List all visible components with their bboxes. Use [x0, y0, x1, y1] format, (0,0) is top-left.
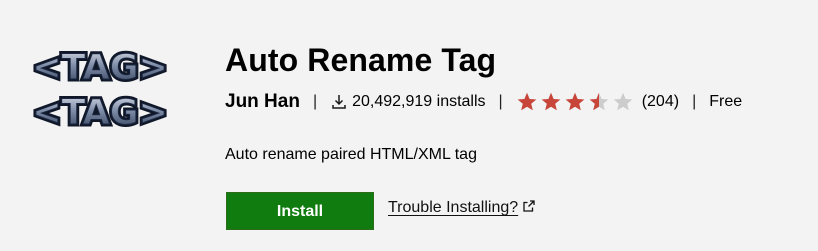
external-link-icon	[523, 199, 535, 217]
svg-text:<TAG>: <TAG>	[32, 48, 168, 88]
extension-description: Auto rename paired HTML/XML tag	[225, 146, 477, 163]
stars-container	[516, 91, 634, 113]
rating-stars[interactable]: (204)	[516, 91, 679, 113]
rating-count: (204)	[641, 93, 680, 110]
star-icon	[613, 92, 633, 111]
install-count-text: 20,492,919 installs	[352, 93, 486, 110]
publisher-name[interactable]: Jun Han	[225, 91, 300, 113]
meta-separator: |	[498, 93, 503, 110]
install-count: 20,492,919 installs	[330, 93, 486, 111]
meta-separator: |	[692, 93, 697, 110]
install-button[interactable]: Install	[226, 192, 374, 230]
meta-separator: |	[312, 93, 318, 110]
star-icon	[517, 92, 537, 111]
svg-text:<TAG>: <TAG>	[32, 93, 168, 133]
trouble-installing-link[interactable]: Trouble Installing?	[388, 199, 535, 217]
star-icon	[565, 92, 585, 111]
download-icon	[332, 95, 346, 109]
trouble-installing-label: Trouble Installing?	[388, 199, 519, 216]
extension-header: <TAG> <TAG> <TAG> <TAG> Auto Rename Tag …	[0, 0, 818, 251]
extension-meta-row: Jun Han | 20,492,919 installs | (204) | …	[225, 89, 742, 115]
star-icon	[541, 92, 561, 111]
price-label: Free	[709, 93, 743, 110]
extension-logo: <TAG> <TAG> <TAG> <TAG>	[26, 42, 174, 138]
star-icon	[589, 92, 609, 111]
extension-title: Auto Rename Tag	[225, 42, 497, 78]
